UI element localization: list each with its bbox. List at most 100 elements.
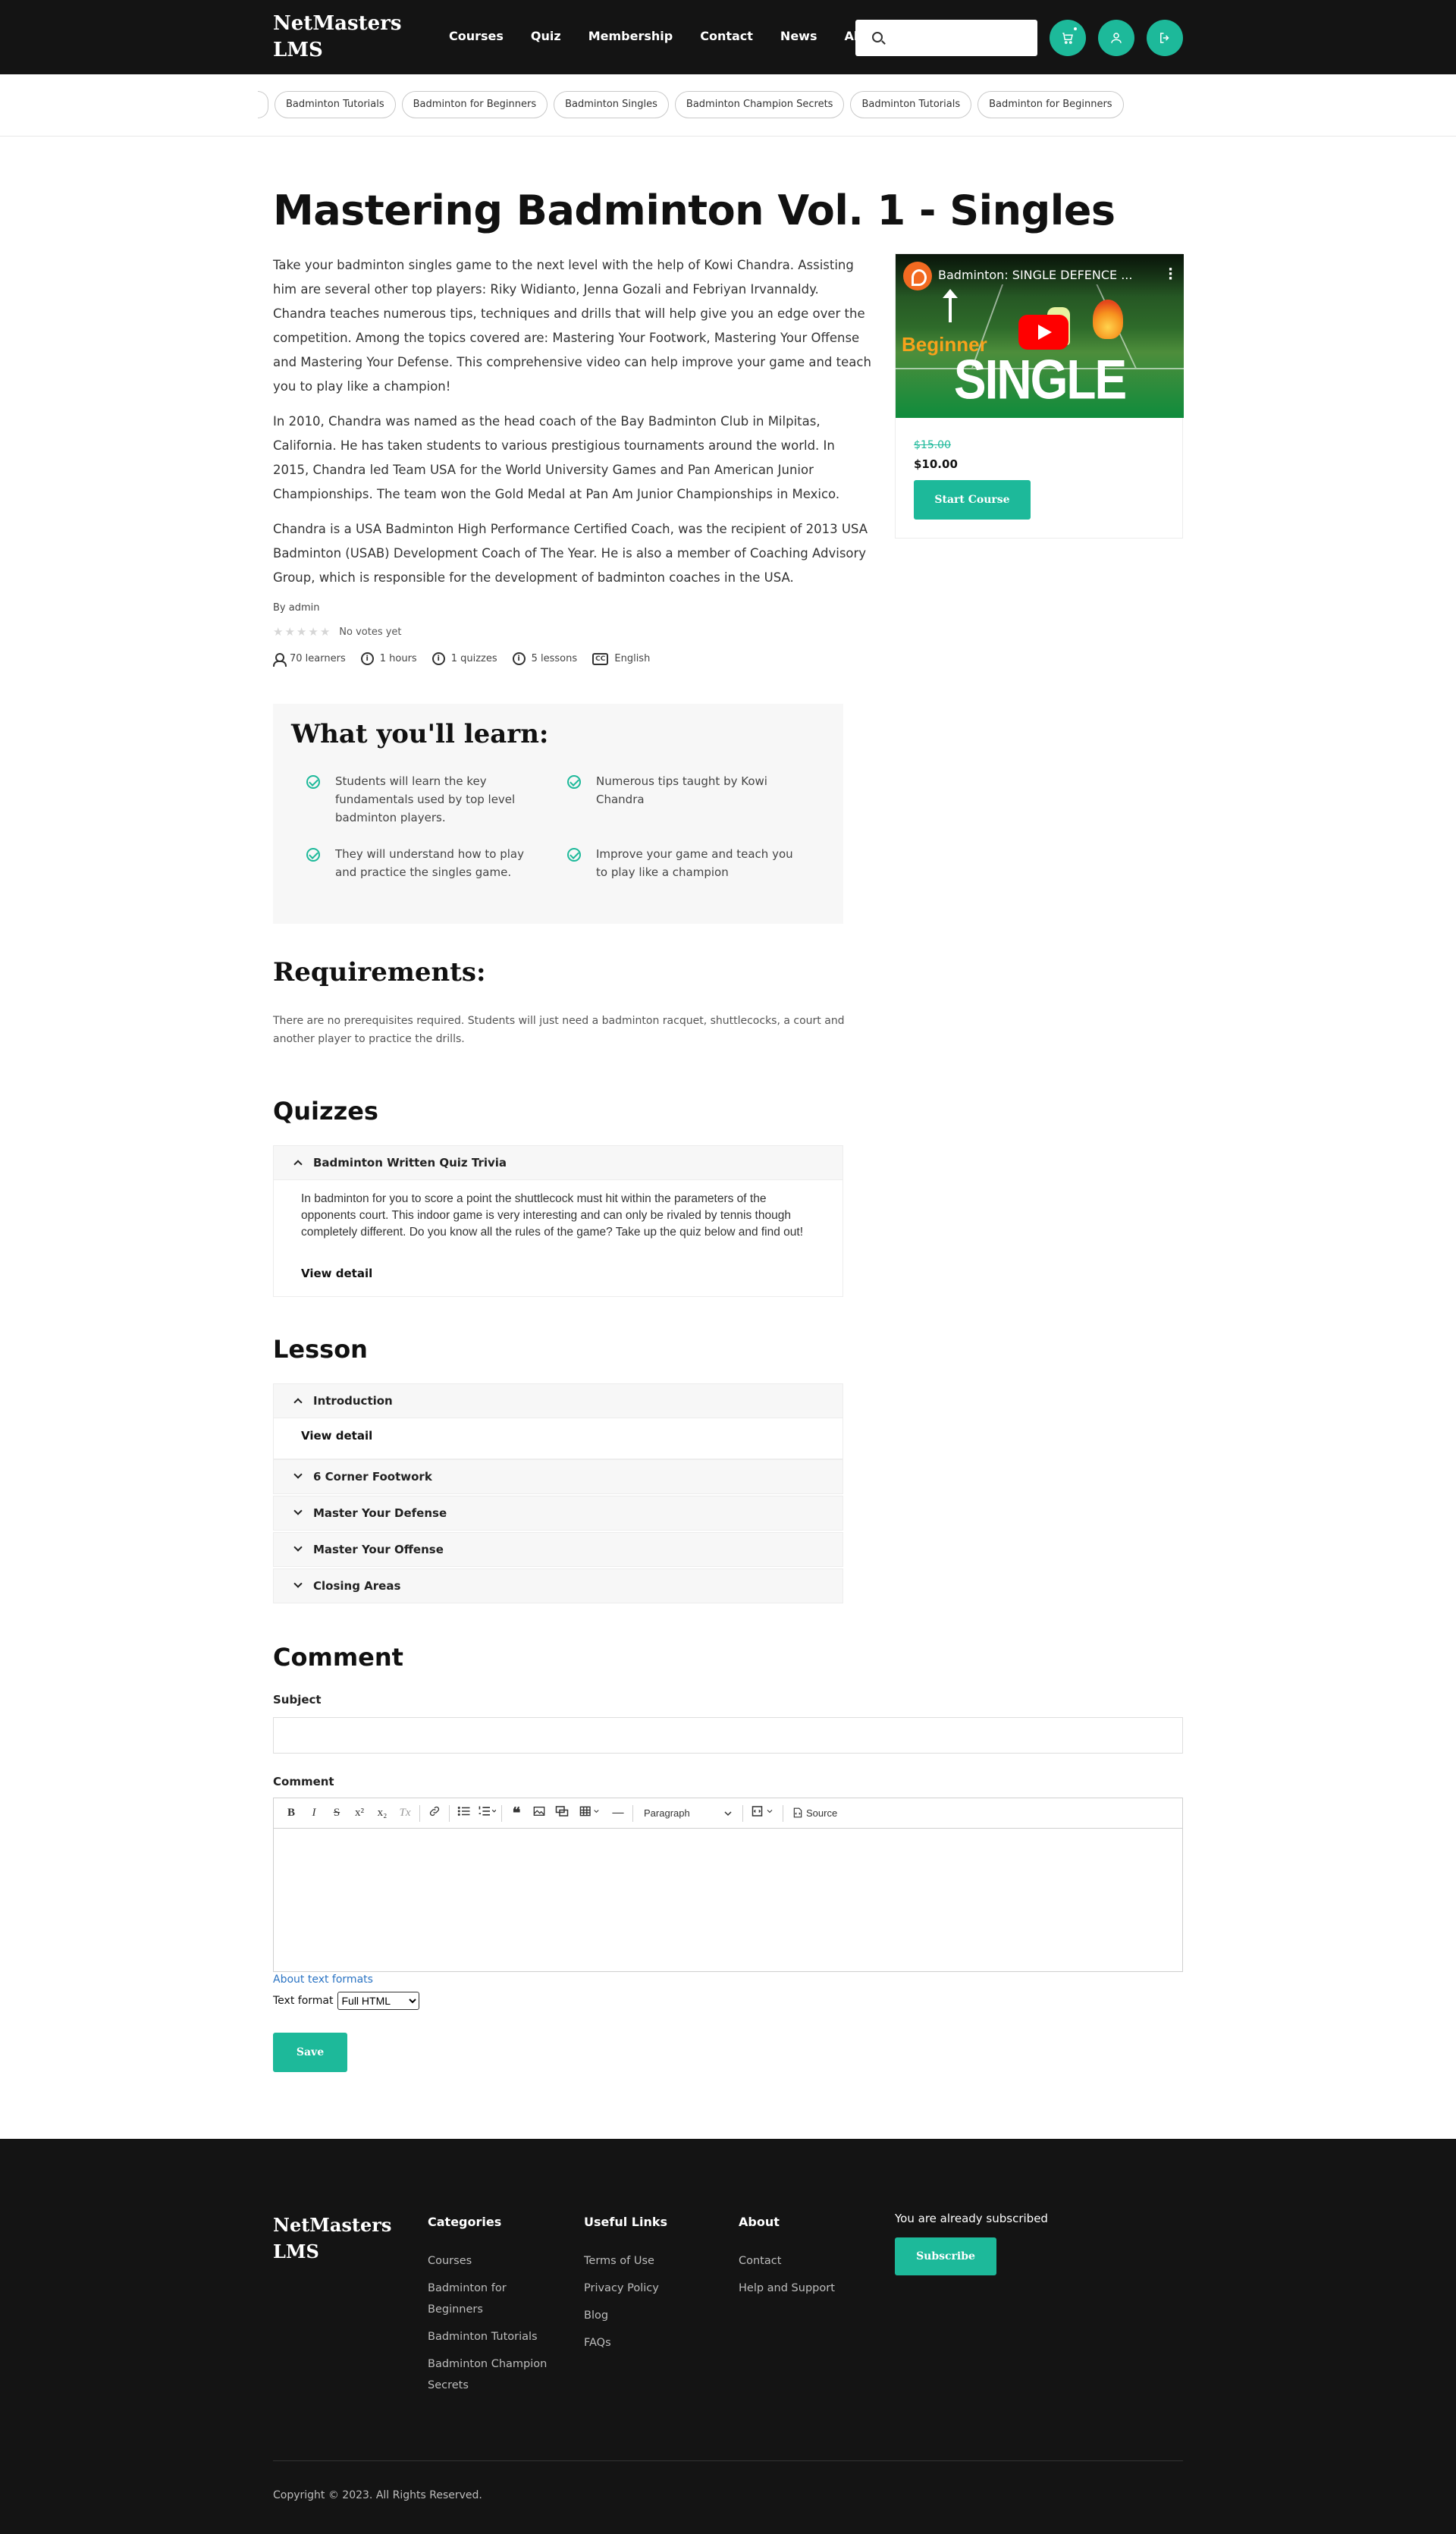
star-icon[interactable]: ★: [320, 625, 330, 639]
subscript-button[interactable]: x₂: [371, 1807, 394, 1820]
footer-link[interactable]: Help and Support: [739, 2278, 875, 2299]
lesson-accordion-header[interactable]: Master Your Offense: [273, 1532, 843, 1567]
description-paragraph: In 2010, Chandra was named as the head c…: [273, 414, 840, 501]
table-icon[interactable]: [573, 1806, 607, 1820]
nav-contact[interactable]: Contact: [700, 29, 753, 43]
site-footer: NetMasters LMS Categories Courses Badmin…: [0, 2139, 1456, 2534]
course-video[interactable]: Badminton: SINGLE DEFENCE ... · · · Beginn…: [896, 254, 1184, 418]
strikethrough-button[interactable]: S: [325, 1807, 348, 1820]
about-text-formats-link[interactable]: About text formats: [273, 1974, 373, 1986]
numbered-list-icon[interactable]: [475, 1805, 498, 1821]
tags-bar: Badminton Tutorials Badminton for Beginn…: [0, 74, 1456, 137]
language-label: English: [614, 653, 651, 664]
lesson-accordion-header[interactable]: Introduction: [273, 1383, 843, 1418]
lesson-view-detail-link[interactable]: View detail: [301, 1429, 372, 1443]
text-format-select[interactable]: Full HTML: [337, 1992, 420, 2010]
tag-item[interactable]: Badminton Tutorials: [850, 91, 972, 118]
footer-link[interactable]: Blog: [584, 2305, 720, 2326]
tag-item[interactable]: Badminton Tutorials: [275, 91, 396, 118]
bulleted-list-icon[interactable]: [453, 1805, 475, 1821]
footer-useful-heading: Useful Links: [584, 2215, 668, 2229]
footer-about-heading: About: [739, 2215, 780, 2229]
lesson-title: 6 Corner Footwork: [313, 1470, 432, 1484]
tag-partial[interactable]: [258, 91, 268, 118]
subscribe-button[interactable]: Subscribe: [895, 2237, 996, 2275]
source-button[interactable]: Source: [786, 1807, 843, 1819]
star-icon[interactable]: ★: [284, 625, 294, 639]
image-icon[interactable]: [528, 1806, 551, 1820]
quiz-accordion-header[interactable]: Badminton Written Quiz Trivia: [273, 1145, 843, 1180]
lesson-heading: Lesson: [273, 1335, 368, 1364]
footer-link[interactable]: Terms of Use: [584, 2250, 720, 2272]
comment-heading: Comment: [273, 1643, 403, 1672]
star-icon[interactable]: ★: [297, 625, 306, 639]
search-input[interactable]: [893, 27, 1030, 49]
media-icon[interactable]: [551, 1805, 573, 1821]
chevron-down-icon: [293, 1470, 303, 1479]
star-icon[interactable]: ★: [273, 625, 283, 639]
nav-courses[interactable]: Courses: [449, 29, 504, 43]
lesson-accordion-header[interactable]: 6 Corner Footwork: [273, 1459, 843, 1494]
italic-button[interactable]: I: [303, 1807, 325, 1820]
channel-logo-icon[interactable]: [903, 262, 932, 290]
blockquote-icon[interactable]: ❝: [505, 1804, 528, 1823]
video-big-text: SINGLE DEFENCE: [929, 348, 1152, 418]
subscription-status: You are already subscribed: [895, 2212, 1048, 2225]
more-vert-icon[interactable]: · · ·: [1168, 263, 1173, 286]
site-logo[interactable]: NetMasters LMS: [273, 11, 402, 64]
quiz-title: Badminton Written Quiz Trivia: [313, 1156, 507, 1170]
learn-item-text: They will understand how to play and pra…: [335, 847, 525, 879]
remove-format-button[interactable]: Tx: [394, 1807, 416, 1820]
cart-icon: [1062, 33, 1073, 44]
star-icon[interactable]: ★: [308, 625, 318, 639]
search-box[interactable]: [855, 20, 1037, 56]
info-icon: i: [512, 652, 526, 665]
nav-membership[interactable]: Membership: [588, 29, 673, 43]
footer-link[interactable]: Badminton for Beginners: [428, 2278, 564, 2320]
logout-button[interactable]: [1147, 20, 1183, 56]
nav-quiz[interactable]: Quiz: [531, 29, 561, 43]
quiz-view-detail-link[interactable]: View detail: [301, 1267, 372, 1280]
link-icon[interactable]: [423, 1805, 446, 1821]
cart-button[interactable]: [1050, 20, 1086, 56]
description-paragraph: Chandra is a USA Badminton High Performa…: [273, 522, 868, 585]
superscript-button[interactable]: x²: [348, 1807, 371, 1820]
subject-input[interactable]: [273, 1717, 1183, 1754]
source-label: Source: [806, 1807, 838, 1819]
footer-link[interactable]: Contact: [739, 2250, 875, 2272]
learn-item: Numerous tips taught by Kowi Chandra: [567, 772, 795, 809]
lesson-accordion-header[interactable]: Master Your Defense: [273, 1496, 843, 1531]
toolbar-separator: [419, 1804, 420, 1822]
code-block-icon[interactable]: [746, 1805, 780, 1821]
footer-logo[interactable]: NetMasters LMS: [273, 2212, 402, 2265]
old-price: $15.00: [914, 439, 951, 451]
bold-button[interactable]: B: [280, 1807, 303, 1820]
horizontal-line-icon[interactable]: —: [607, 1807, 629, 1820]
play-icon[interactable]: [1018, 315, 1068, 350]
lesson-title: Master Your Offense: [313, 1543, 444, 1556]
footer-link[interactable]: Badminton Champion Secrets: [428, 2353, 564, 2396]
tag-item[interactable]: Badminton Singles: [554, 91, 669, 118]
save-button[interactable]: Save: [273, 2033, 347, 2072]
comment-editor[interactable]: B I S x² x₂ Tx ❝ — Paragraph Source: [273, 1798, 1183, 1972]
footer-link[interactable]: FAQs: [584, 2332, 720, 2353]
footer-link[interactable]: Badminton Tutorials: [428, 2326, 564, 2347]
tag-item[interactable]: Badminton Champion Secrets: [674, 91, 845, 118]
paragraph-format-select[interactable]: Paragraph: [636, 1804, 739, 1823]
footer-link[interactable]: Courses: [428, 2250, 564, 2272]
user-icon: [273, 652, 287, 667]
user-icon: [1111, 33, 1122, 43]
lesson-accordion-header[interactable]: Closing Areas: [273, 1568, 843, 1603]
account-button[interactable]: [1098, 20, 1134, 56]
tag-item[interactable]: Badminton for Beginners: [401, 91, 548, 118]
start-course-button[interactable]: Start Course: [914, 480, 1031, 520]
tag-item[interactable]: Badminton for Beginners: [977, 91, 1124, 118]
video-title[interactable]: Badminton: SINGLE DEFENCE ...: [938, 268, 1132, 282]
rating-stars[interactable]: ★ ★ ★ ★ ★ No votes yet: [273, 625, 402, 639]
requirements-heading: Requirements:: [273, 957, 486, 988]
footer-link[interactable]: Privacy Policy: [584, 2278, 720, 2299]
requirements-text: There are no prerequisites required. Stu…: [273, 1015, 845, 1045]
nav-news[interactable]: News: [780, 29, 817, 43]
info-icon: i: [360, 652, 374, 665]
footer-about: About Contact Help and Support: [739, 2215, 875, 2305]
